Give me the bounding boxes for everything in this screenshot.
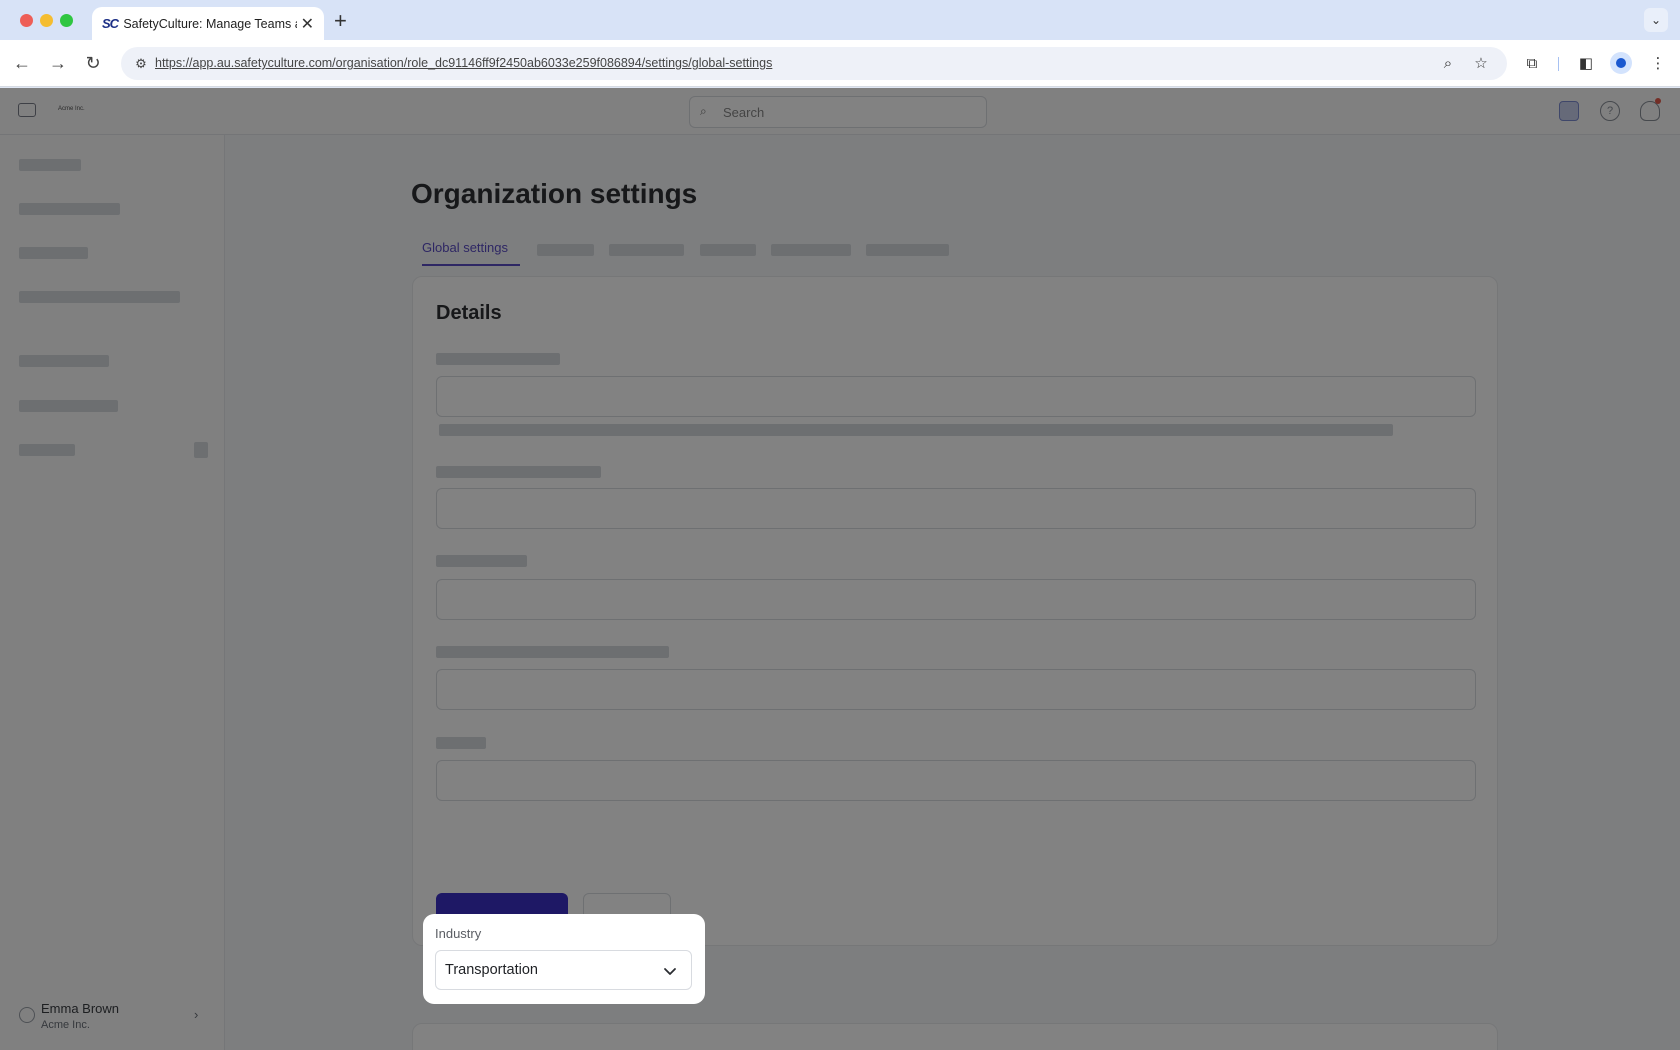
- close-window-button[interactable]: [20, 14, 33, 27]
- tab-search-chevron-icon[interactable]: ⌄: [1644, 8, 1668, 32]
- industry-select[interactable]: Transportation: [435, 950, 692, 990]
- browser-tabstrip: SC SafetyCulture: Manage Teams and... ✕ …: [0, 0, 1680, 40]
- focus-overlay: [0, 88, 1680, 1050]
- safetyculture-favicon-icon: SC: [102, 16, 119, 31]
- tab-title: SafetyCulture: Manage Teams and...: [123, 16, 296, 31]
- toolbar-divider: [1558, 57, 1559, 71]
- url-text[interactable]: https://app.au.safetyculture.com/organis…: [155, 56, 772, 70]
- reload-icon[interactable]: ↻: [81, 51, 105, 75]
- browser-tab-active[interactable]: SC SafetyCulture: Manage Teams and... ✕: [92, 7, 324, 40]
- bookmark-star-icon[interactable]: ☆: [1471, 53, 1491, 73]
- zoom-icon[interactable]: ⌕: [1438, 53, 1458, 73]
- browser-menu-icon[interactable]: ⋮: [1647, 52, 1669, 74]
- address-bar[interactable]: ⚙ https://app.au.safetyculture.com/organ…: [121, 47, 1507, 80]
- side-panel-icon[interactable]: ◧: [1575, 52, 1597, 74]
- extensions-puzzle-icon[interactable]: ⧉: [1521, 52, 1543, 74]
- maximize-window-button[interactable]: [60, 14, 73, 27]
- industry-field-highlight: Industry Transportation: [423, 914, 705, 1004]
- app-viewport: Acme Inc. ⌕ Search ? Emma Brown Acme Inc…: [0, 88, 1680, 1050]
- profile-avatar-icon[interactable]: [1610, 52, 1632, 74]
- new-tab-button[interactable]: +: [334, 8, 347, 34]
- forward-arrow-icon[interactable]: →: [46, 51, 70, 75]
- minimize-window-button[interactable]: [40, 14, 53, 27]
- industry-select-value: Transportation: [445, 962, 538, 978]
- browser-toolbar: ← → ↻ ⚙ https://app.au.safetyculture.com…: [0, 40, 1680, 87]
- back-arrow-icon[interactable]: ←: [10, 51, 34, 75]
- site-settings-icon[interactable]: ⚙: [131, 54, 151, 74]
- close-tab-icon[interactable]: ✕: [301, 14, 314, 34]
- industry-label: Industry: [435, 926, 482, 941]
- chevron-down-icon: [664, 968, 676, 975]
